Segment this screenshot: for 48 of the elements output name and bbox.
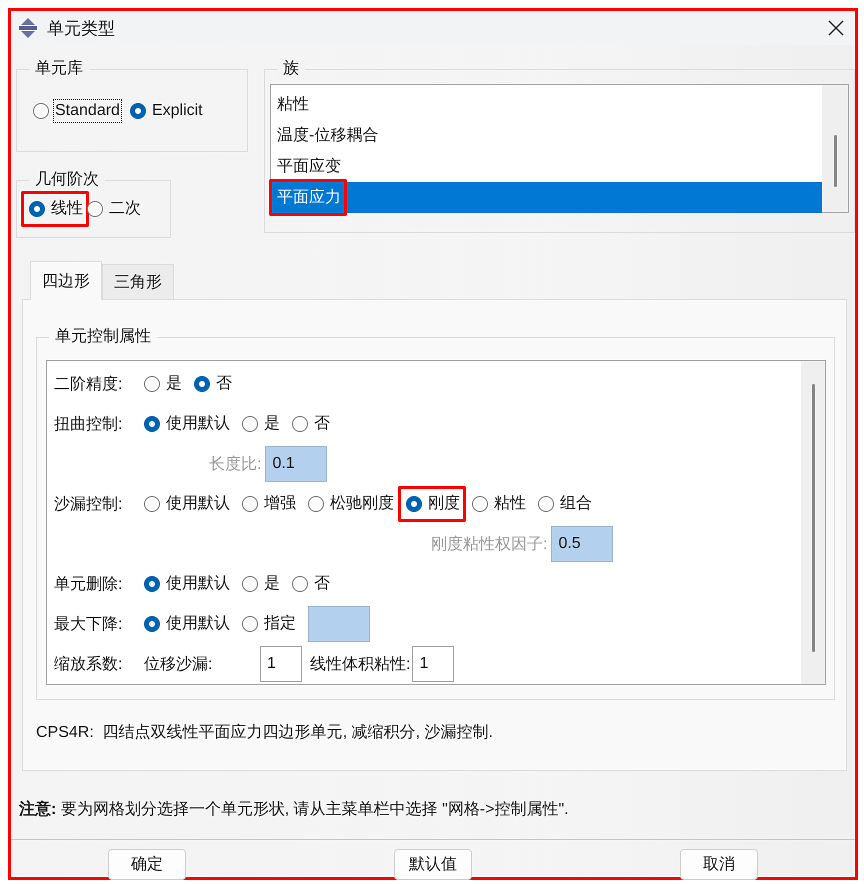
radio-option[interactable]: 是: [144, 374, 182, 394]
input-field[interactable]: 1: [260, 646, 302, 682]
close-icon: [828, 20, 844, 36]
dialog-button[interactable]: 取消: [680, 849, 758, 880]
radio-option[interactable]: Standard: [33, 100, 120, 120]
input-field[interactable]: 1: [412, 646, 454, 682]
field-label: 扭曲控制:: [54, 414, 124, 434]
element-description: CPS4R: 四结点双线性平面应力四边形单元, 减缩积分, 沙漏控制.: [36, 722, 494, 743]
radio-option[interactable]: 是: [242, 414, 280, 434]
list-item[interactable]: 平面应力: [271, 182, 822, 213]
tab[interactable]: 四边形: [30, 261, 102, 300]
radio-option[interactable]: 二次: [87, 199, 141, 219]
radio-option[interactable]: 增强: [242, 494, 296, 514]
radio-option[interactable]: 粘性: [472, 494, 526, 514]
app-icon: [17, 17, 39, 39]
window-title: 单元类型: [47, 18, 115, 40]
field-label: 位移沙漏:: [144, 654, 214, 674]
radio-option[interactable]: 线性: [29, 199, 83, 219]
radio-option[interactable]: 使用默认: [144, 574, 230, 594]
radio-option[interactable]: 使用默认: [144, 614, 230, 634]
list-item[interactable]: 粘性: [271, 89, 822, 120]
radio-option[interactable]: 组合: [538, 494, 592, 514]
note-text: 注意: 要为网格划分选择一个单元形状, 请从主菜单栏中选择 "网格->控制属性".: [18, 799, 570, 820]
field-label: 线性体积粘性:: [310, 654, 410, 674]
field-label: 缩放系数:: [54, 654, 124, 674]
radio-option[interactable]: 否: [292, 414, 330, 434]
field-label: 沙漏控制:: [54, 494, 124, 514]
radio-option[interactable]: 使用默认: [144, 494, 230, 514]
field-label: 单元删除:: [54, 574, 124, 594]
radio-option[interactable]: 指定: [242, 614, 296, 634]
list-item[interactable]: 平面应变: [271, 151, 822, 182]
radio-option[interactable]: 松驰刚度: [308, 494, 394, 514]
radio-option[interactable]: 否: [292, 574, 330, 594]
scrollbar[interactable]: [801, 361, 825, 684]
dialog-button[interactable]: 默认值: [394, 849, 472, 880]
scrollbar[interactable]: [822, 85, 848, 212]
radio-option[interactable]: Explicit: [130, 100, 203, 120]
radio-option[interactable]: 否: [194, 374, 232, 394]
field-label: 长度比:: [209, 454, 262, 474]
field-label: 二阶精度:: [54, 374, 124, 394]
radio-option[interactable]: 是: [242, 574, 280, 594]
radio-option[interactable]: 刚度: [406, 494, 460, 514]
tab[interactable]: 三角形: [102, 264, 174, 299]
dialog-button[interactable]: 确定: [108, 849, 186, 880]
field-label: 刚度粘性权因子:: [431, 534, 548, 554]
list-item[interactable]: 温度-位移耦合: [271, 120, 822, 151]
field-label: 最大下降:: [54, 614, 124, 634]
radio-option[interactable]: 使用默认: [144, 414, 230, 434]
